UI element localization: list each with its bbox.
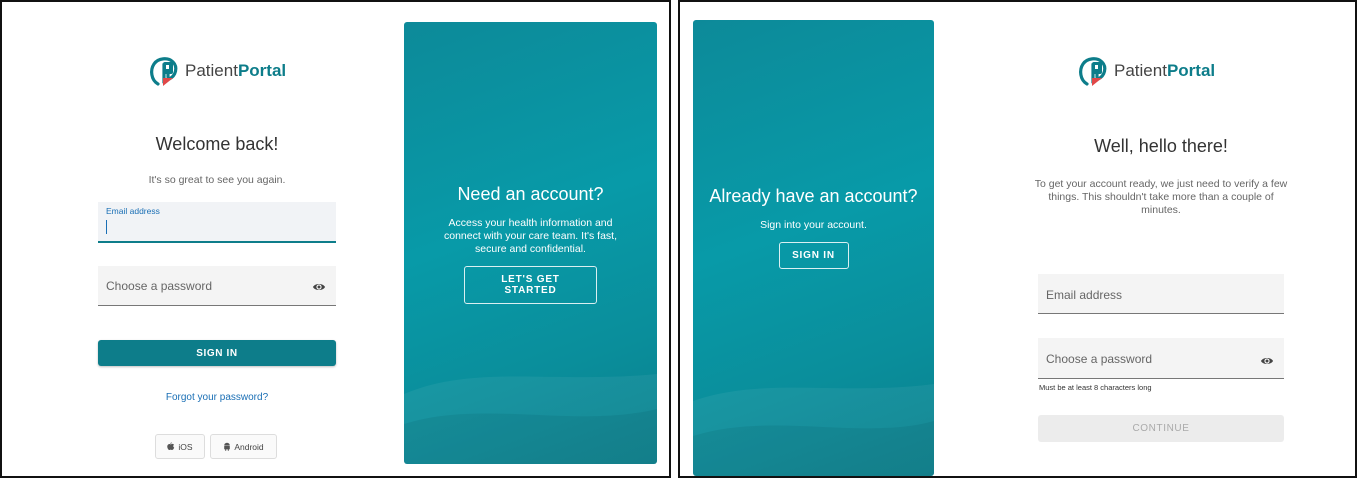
- email-field-label: Email address: [106, 206, 160, 216]
- patient-portal-logo-icon: [150, 57, 178, 86]
- signin-screen: PatientPortal Welcome back! It's so grea…: [0, 0, 671, 478]
- promo-text: Sign into your account.: [760, 219, 867, 231]
- page-title: Welcome back!: [155, 134, 279, 154]
- signup-screen: Already have an account? Sign into your …: [678, 0, 1357, 478]
- page-title: Well, hello there!: [1094, 136, 1228, 156]
- email-field[interactable]: Email address: [98, 202, 336, 243]
- ios-app-button[interactable]: iOS: [155, 434, 205, 459]
- password-field[interactable]: Choose a password: [1038, 338, 1284, 379]
- brand-name: PatientPortal: [185, 61, 287, 80]
- android-label: Android: [234, 441, 264, 452]
- brand-name: PatientPortal: [1114, 61, 1216, 80]
- forgot-password-link[interactable]: Forgot your password?: [98, 392, 336, 403]
- apple-icon: [167, 442, 175, 450]
- android-app-button[interactable]: Android: [210, 434, 277, 459]
- get-started-button[interactable]: LET'S GET STARTED: [464, 266, 597, 304]
- page-subtitle: It's so great to see you again.: [148, 174, 286, 186]
- password-field[interactable]: Choose a password: [98, 266, 336, 306]
- eye-icon[interactable]: [1260, 356, 1274, 366]
- signin-promo-panel: Already have an account? Sign into your …: [693, 20, 934, 476]
- eye-icon[interactable]: [312, 282, 326, 292]
- sign-in-button[interactable]: SIGN IN: [98, 340, 336, 366]
- promo-heading: Need an account?: [457, 184, 604, 204]
- email-field[interactable]: Email address: [1038, 274, 1284, 314]
- wave-decoration: [693, 384, 934, 476]
- email-placeholder: Email address: [1046, 288, 1123, 302]
- promo-heading: Already have an account?: [709, 186, 918, 206]
- wave-decoration: [404, 374, 657, 464]
- android-icon: [224, 442, 231, 451]
- promo-sign-in-button[interactable]: SIGN IN: [778, 242, 849, 269]
- password-placeholder: Choose a password: [106, 279, 213, 293]
- brand-logo: PatientPortal: [147, 54, 286, 88]
- ios-label: iOS: [178, 441, 193, 452]
- patient-portal-logo-icon: [1079, 57, 1107, 86]
- continue-button[interactable]: CONTINUE: [1038, 415, 1284, 442]
- password-placeholder: Choose a password: [1046, 352, 1153, 366]
- promo-text: Access your health information and conne…: [444, 217, 617, 255]
- signup-promo-panel: Need an account? Access your health info…: [404, 22, 657, 464]
- brand-logo: PatientPortal: [1076, 54, 1215, 88]
- password-hint: Must be at least 8 characters long: [1039, 383, 1152, 392]
- text-caret: [106, 220, 107, 234]
- page-subtitle: To get your account ready, we just need …: [1034, 178, 1288, 216]
